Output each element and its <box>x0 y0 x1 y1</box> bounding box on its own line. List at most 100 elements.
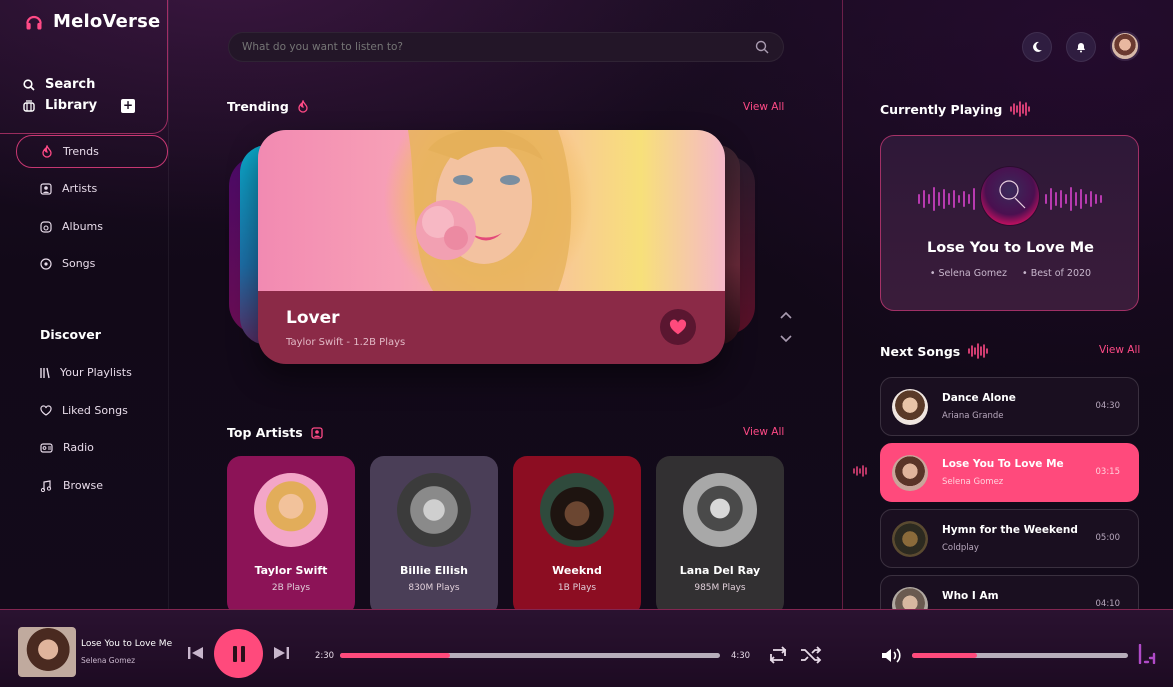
artist-card[interactable]: Weeknd 1B Plays <box>513 456 641 616</box>
queue-thumbnail <box>892 587 928 609</box>
nav-item-artists[interactable]: Artists <box>40 182 97 195</box>
dot-icon: • <box>1022 268 1028 279</box>
lyrics-button[interactable] <box>1138 644 1156 664</box>
artist-avatar <box>397 473 471 547</box>
artist-name: Lana Del Ray <box>679 564 761 577</box>
nav-search-label: Search <box>45 77 96 92</box>
progress-bar[interactable] <box>340 653 720 658</box>
queue-thumbnail <box>892 455 928 491</box>
artist-plays: 2B Plays <box>271 583 311 593</box>
playing-indicator-icon <box>853 465 869 477</box>
dark-mode-button[interactable] <box>1022 32 1052 62</box>
artist-card[interactable]: Taylor Swift 2B Plays <box>227 456 355 616</box>
nav-item-radio[interactable]: Radio <box>40 441 94 454</box>
dot-icon: • <box>929 268 936 279</box>
search-bar[interactable] <box>228 32 784 62</box>
top-artists-view-all-link[interactable]: View All <box>743 426 784 438</box>
artist-card[interactable]: Lana Del Ray 985M Plays <box>656 456 784 616</box>
repeat-button[interactable] <box>768 646 788 664</box>
nav-item-playlists[interactable]: Your Playlists <box>40 366 132 379</box>
trending-view-all-link[interactable]: View All <box>743 101 784 113</box>
nav-item-label: Liked Songs <box>62 404 128 417</box>
like-button[interactable] <box>660 309 696 345</box>
artist-card[interactable]: Billie Ellish 830M Plays <box>370 456 498 616</box>
featured-song-card[interactable]: Lover Taylor Swift - 1.2B Plays <box>258 130 725 364</box>
notifications-button[interactable] <box>1066 32 1096 62</box>
search-input[interactable] <box>229 33 709 61</box>
search-icon[interactable] <box>755 40 769 54</box>
player-bar: Lose You to Love Me Selena Gomez 2:30 4:… <box>0 609 1173 687</box>
radio-icon <box>40 442 53 453</box>
pause-icon <box>231 645 247 663</box>
volume-button[interactable] <box>881 647 903 664</box>
nav-item-label: Radio <box>63 441 94 454</box>
previous-button[interactable] <box>187 646 204 660</box>
nav-item-label: Songs <box>62 257 96 270</box>
song-icon <box>40 257 52 270</box>
queue-duration: 03:15 <box>1095 467 1121 477</box>
library-icon <box>23 99 35 112</box>
user-avatar[interactable] <box>1110 31 1140 61</box>
next-songs-view-all-link[interactable]: View All <box>1099 344 1140 356</box>
top-artists-title-label: Top Artists <box>227 425 303 440</box>
queue-item[interactable]: Hymn for the Weekend Coldplay 05:00 <box>880 509 1139 568</box>
next-button[interactable] <box>273 646 290 660</box>
carousel-up-button[interactable] <box>779 311 793 320</box>
artist-name: Taylor Swift <box>254 564 328 577</box>
artist-avatar <box>254 473 328 547</box>
now-playing-card[interactable]: Lose You to Love Me • Selena Gomez • Bes… <box>880 135 1139 311</box>
equalizer-icon <box>1010 101 1032 117</box>
queue-thumbnail <box>892 389 928 425</box>
music-note-icon <box>40 479 53 492</box>
nav-item-songs[interactable]: Songs <box>40 257 95 270</box>
nav-item-label: Your Playlists <box>60 366 132 379</box>
queue-item[interactable]: Who I Am 04:10 <box>880 575 1139 609</box>
nav-item-label: Artists <box>62 182 98 195</box>
play-pause-button[interactable] <box>214 629 263 678</box>
trending-title-label: Trending <box>227 99 289 114</box>
add-library-button[interactable]: + <box>121 99 135 113</box>
artist-name: Billie Ellish <box>400 564 468 577</box>
progress-fill <box>340 653 451 658</box>
now-playing-song-title: Lose You to Love Me <box>927 240 1094 256</box>
skip-forward-icon <box>273 646 290 660</box>
nav-search[interactable]: Search <box>23 77 97 92</box>
brand[interactable]: MeloVerse <box>24 11 160 32</box>
flame-icon <box>41 145 53 158</box>
chevron-down-icon <box>779 334 793 343</box>
queue-item[interactable]: Dance Alone Ariana Grande 04:30 <box>880 377 1139 436</box>
queue-duration: 04:10 <box>1095 599 1121 609</box>
nav-item-browse[interactable]: Browse <box>40 479 103 492</box>
featured-song-title: Lover <box>286 308 340 328</box>
repeat-icon <box>768 646 788 664</box>
total-time: 4:30 <box>731 651 751 661</box>
artist-plays: 985M Plays <box>694 583 746 593</box>
volume-slider[interactable] <box>912 653 1128 658</box>
artist-badge-icon <box>311 426 323 439</box>
headphones-icon <box>24 12 44 32</box>
queue-duration: 05:00 <box>1095 533 1121 543</box>
moon-icon <box>1031 41 1043 53</box>
nav-item-liked-songs[interactable]: Liked Songs <box>40 404 128 417</box>
brand-name: MeloVerse <box>53 11 161 32</box>
nav-item-label: Albums <box>62 220 103 233</box>
queue-song-title: Dance Alone <box>942 392 1016 404</box>
heart-outline-icon <box>40 405 52 416</box>
nav-library[interactable]: Library <box>23 98 97 113</box>
featured-info-panel: Lover Taylor Swift - 1.2B Plays <box>258 291 725 364</box>
nav-item-trends[interactable]: Trends <box>16 135 168 168</box>
now-playing-meta: • Selena Gomez • Best of 2020 <box>881 268 1140 279</box>
queue-item-active[interactable]: Lose You To Love Me Selena Gomez 03:15 <box>880 443 1139 502</box>
nav-item-label: Trends <box>63 145 99 158</box>
chevron-up-icon <box>779 311 793 320</box>
nav-item-label: Browse <box>63 479 104 492</box>
featured-album-art <box>258 130 725 291</box>
queue-thumbnail <box>892 521 928 557</box>
nav-item-albums[interactable]: Albums <box>40 220 103 233</box>
flame-icon <box>297 100 309 113</box>
waveform-visual <box>917 166 1103 232</box>
carousel-down-button[interactable] <box>779 334 793 343</box>
queue-artist: Selena Gomez <box>942 477 1004 487</box>
artist-avatar <box>683 473 757 547</box>
shuffle-button[interactable] <box>800 646 822 664</box>
